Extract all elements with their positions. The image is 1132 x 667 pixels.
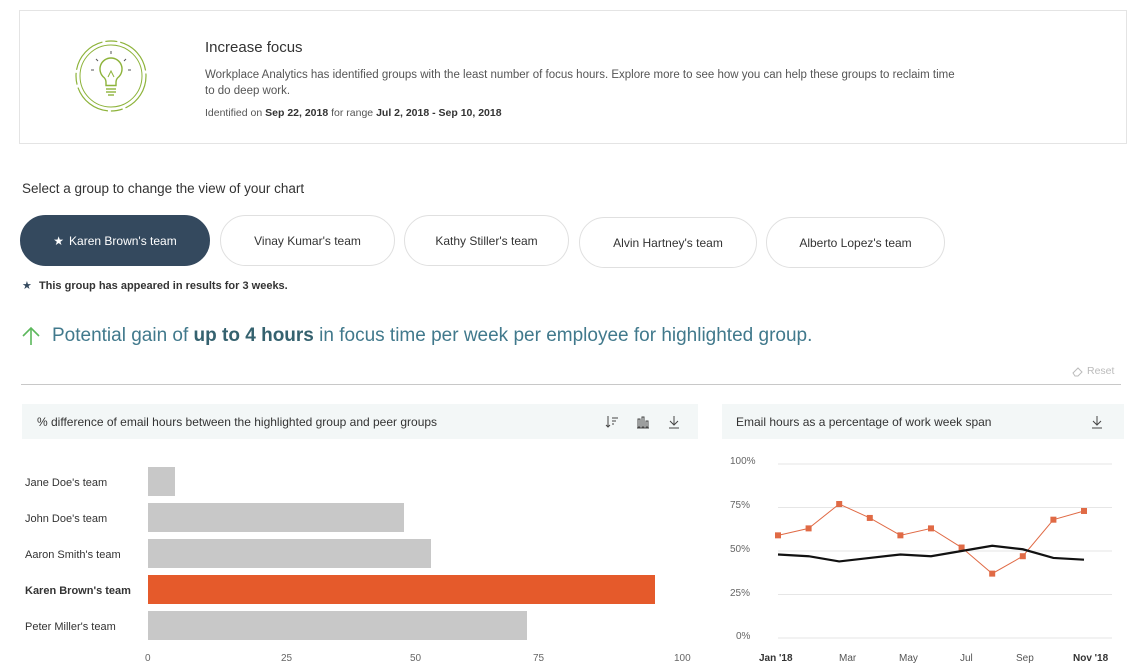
insight-identified: Identified on Sep 22, 2018 for range Jul… [205,107,502,119]
identified-prefix: Identified on [205,107,263,119]
insight-description: Workplace Analytics has identified group… [205,69,955,97]
x-tick: 0 [145,653,151,664]
star-icon: ★ [53,233,65,248]
y-tick: 100% [730,456,756,467]
x-tick: 25 [281,653,293,664]
sort-icon[interactable] [605,415,619,429]
group-pill-alvin-hartney[interactable]: Alvin Hartney's team [579,217,757,268]
x-tick: May [899,653,918,664]
group-pill-label: Alberto Lopez's team [799,235,912,250]
group-pill-alberto-lopez[interactable]: Alberto Lopez's team [766,217,945,268]
lightbulb-icon [75,40,147,112]
x-tick: Nov '18 [1073,653,1109,664]
gain-prefix: Potential gain of [52,325,189,346]
series-line [777,503,1085,575]
group-pill-label: Vinay Kumar's team [254,233,361,248]
bar-highlighted[interactable] [148,575,656,604]
reset-label: Reset [1087,365,1115,377]
data-point[interactable] [897,532,904,539]
data-point[interactable] [928,525,934,532]
bar[interactable] [148,503,405,532]
line-chart [775,463,1112,639]
arrow-up-icon [22,326,40,345]
series-line [777,544,1085,563]
data-point[interactable] [866,514,873,521]
bar-label: Jane Doe's team [25,477,108,489]
data-point[interactable] [775,532,781,539]
section-divider [21,384,1121,385]
y-tick: 75% [730,500,751,511]
range-prefix: for range [331,107,374,119]
group-select-label: Select a group to change the view of you… [22,181,305,196]
identified-range: Jul 2, 2018 - Sep 10, 2018 [376,107,502,119]
gain-highlight: up to 4 hours [193,325,314,346]
appeared-note-text: This group has appeared in results for 3… [38,280,288,292]
group-pill-label: Karen Brown's team [69,233,177,248]
data-point[interactable] [989,570,996,577]
group-pill-kathy-stiller[interactable]: Kathy Stiller's team [404,215,569,266]
data-point[interactable] [1019,553,1026,560]
x-tick: 75 [533,653,545,664]
gain-suffix: in focus time per week per employee for … [319,325,813,346]
bar[interactable] [148,539,432,568]
bar-chart-icon[interactable] [636,415,650,429]
line-chart-header: Email hours as a percentage of work week… [722,404,1124,439]
y-tick: 50% [730,544,751,555]
group-pill-vinay-kumar[interactable]: Vinay Kumar's team [220,215,395,266]
bar-label-highlighted: Karen Brown's team [25,585,131,597]
bar-label: Aaron Smith's team [25,549,121,561]
bar-label: Peter Miller's team [25,621,116,633]
potential-gain: Potential gain of up to 4 hours in focus… [20,325,812,347]
bar[interactable] [148,467,175,496]
group-pill-label: Kathy Stiller's team [435,233,538,248]
x-tick: Jan '18 [759,653,793,664]
bar[interactable] [148,611,528,640]
line-chart-title: Email hours as a percentage of work week… [736,414,992,429]
download-icon[interactable] [667,415,681,429]
x-tick: Mar [839,653,857,664]
x-tick: 50 [410,653,422,664]
bar-chart-header: % difference of email hours between the … [22,404,698,439]
identified-date: Sep 22, 2018 [265,107,329,119]
x-tick: 100 [674,653,691,664]
data-point[interactable] [1050,516,1057,523]
download-icon[interactable] [1090,415,1104,429]
y-tick: 0% [736,631,751,642]
bar-label: John Doe's team [25,513,108,525]
x-tick: Jul [960,653,973,664]
insight-card: Increase focus Workplace Analytics has i… [19,10,1127,144]
group-pill-label: Alvin Hartney's team [613,235,723,250]
insight-title: Increase focus [205,39,303,56]
reset-button[interactable]: Reset [1072,365,1114,377]
star-icon: ★ [22,280,32,292]
eraser-icon [1072,366,1083,376]
bar-chart-title: % difference of email hours between the … [37,414,438,429]
data-point[interactable] [805,525,812,532]
y-tick: 25% [730,588,751,599]
data-point[interactable] [836,501,843,508]
x-tick: Sep [1016,653,1034,664]
group-pill-karen-brown[interactable]: ★ Karen Brown's team [20,215,210,266]
data-point[interactable] [1081,507,1087,514]
appeared-note: ★ This group has appeared in results for… [22,279,288,292]
